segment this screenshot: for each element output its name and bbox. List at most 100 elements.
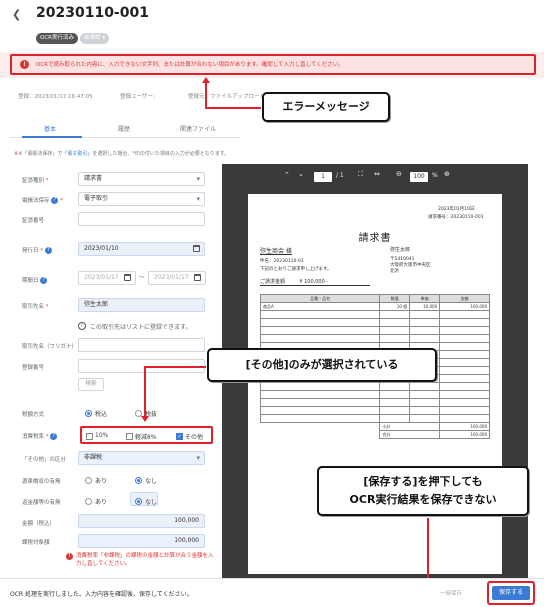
tax-callout-arrow-h — [144, 366, 206, 368]
tax-rate-10-checkbox[interactable] — [86, 433, 93, 440]
withholding-radio-no[interactable] — [135, 477, 142, 484]
invoice-cell-amount: 100,000 — [439, 302, 490, 311]
required-note: ※※「電帳法保存」で「電子取引」を選択した場合、*印の付いた項目の入力が必要とな… — [14, 151, 230, 157]
issue-date-label: 発行日 * ? — [22, 246, 52, 254]
table-row — [259, 382, 490, 391]
partner-label: 取引先名 * — [22, 304, 49, 310]
invoice-title: 請求書 — [358, 233, 392, 244]
period-from-input[interactable]: 2023/01/17 — [78, 271, 136, 285]
table-row: 商品A 10 個 10,000 100,000 — [259, 302, 490, 311]
tax-method-radio-inclusive[interactable] — [85, 410, 92, 417]
search-button[interactable]: 検索 — [78, 378, 104, 391]
help-icon: ? — [44, 247, 52, 254]
partner-kana-label: 取引先名（フリガナ） — [22, 344, 78, 350]
zoom-in-icon[interactable]: ⊕ — [444, 170, 450, 178]
invoice-sender-address-2: 北浜 — [390, 269, 399, 274]
doc-type-select[interactable]: 請求書 — [78, 172, 205, 186]
calendar-icon[interactable] — [193, 245, 200, 252]
amount-label: 金額（税込） — [22, 521, 56, 527]
doc-number-input[interactable] — [78, 212, 205, 226]
fit-width-icon[interactable]: ⇔ — [374, 170, 380, 178]
period-separator: 〜 — [139, 275, 145, 281]
invoice-col-price: 単価 — [409, 294, 441, 303]
discount-no-label: なし — [145, 499, 158, 506]
withholding-label: 源泉徴収の有無 — [22, 479, 61, 485]
chevron-up-icon[interactable]: ⌃ — [284, 171, 290, 179]
tax-rate-options: 10% 軽減8% ✓ その他 — [80, 426, 213, 444]
discount-radio-yes[interactable] — [85, 498, 92, 505]
amount-input[interactable]: 100,000 — [78, 514, 205, 528]
partner-kana-input[interactable] — [78, 338, 205, 352]
issue-date-value: 2023/01/10 — [84, 245, 119, 252]
info-icon: i — [78, 322, 86, 330]
electronic-transaction-link[interactable]: 「電子取引」 — [62, 151, 92, 157]
storage-select[interactable]: 電子取引 — [78, 192, 205, 206]
taxable-amount-input[interactable]: 100,000 — [78, 534, 205, 548]
partner-input[interactable]: 弥生太郎 — [78, 298, 205, 312]
table-row — [259, 398, 490, 407]
tax-rate-other-checkbox[interactable]: ✓ — [176, 433, 183, 440]
chevron-down-icon[interactable]: ⌄ — [298, 170, 304, 178]
other-category-label: 「その他」の区分 — [22, 457, 67, 463]
error-icon: ! — [20, 60, 29, 69]
tax-rate-callout: [その他]のみが選択されている — [207, 348, 437, 382]
invoice-cell-price: 10,000 — [409, 302, 441, 311]
issue-date-input[interactable]: 2023/01/10 — [78, 242, 205, 256]
invoice-number: 請求番号：20230110-001 — [428, 215, 484, 220]
doc-type-label: 証憑種別 * — [22, 178, 49, 184]
invoice-subject: 件名：20230110-01 — [260, 259, 304, 264]
table-row — [259, 318, 490, 327]
discount-radio-no[interactable] — [135, 498, 142, 505]
withholding-radio-yes[interactable] — [85, 477, 92, 484]
doc-number-label: 証憑番号 — [22, 218, 45, 224]
save-button[interactable]: 保存する — [492, 586, 530, 600]
tax-rate-reduced-checkbox[interactable] — [126, 433, 133, 440]
discount-yes-label: あり — [95, 499, 108, 506]
save-callout-line-1: [保存する]を押下しても — [363, 475, 483, 488]
temp-save-link[interactable]: 一時保存 — [440, 589, 462, 597]
help-icon: ? — [50, 433, 58, 440]
tab-basic[interactable]: 基本 — [44, 124, 56, 133]
tax-rate-other-label: その他 — [185, 434, 204, 441]
page-number-input[interactable]: 1 — [314, 172, 332, 182]
zoom-out-icon[interactable]: ⊖ — [396, 170, 402, 178]
fit-page-icon[interactable]: ⛶ — [358, 170, 363, 179]
tab-related-files[interactable]: 関連ファイル — [180, 124, 216, 133]
approval-status-badge[interactable]: 未承認 ▾ — [80, 33, 110, 44]
discount-label: 返金額等の有無 — [22, 500, 61, 506]
help-icon: ? — [51, 197, 59, 204]
calendar-icon[interactable] — [124, 274, 131, 281]
invoice-col-item: 品番・品名 — [259, 294, 381, 303]
period-to-value: 2023/01/17 — [154, 274, 189, 281]
period-from-value: 2023/01/17 — [84, 274, 119, 281]
invoice-total: ご請求金額 ¥ 100,000 - — [260, 278, 370, 286]
other-category-select[interactable]: 非課税 — [78, 451, 205, 465]
table-row — [259, 326, 490, 335]
save-button-highlight: 保存する — [487, 581, 535, 605]
table-row: 小計 100,000 — [261, 422, 490, 431]
invoice-cell-item: 商品A — [259, 302, 381, 311]
period-to-input[interactable]: 2023/01/17 — [148, 271, 206, 285]
chevron-left-icon[interactable]: ❮ — [12, 8, 26, 22]
error-callout-arrow — [205, 82, 207, 108]
help-icon: ? — [40, 277, 48, 284]
error-banner: ! OCRで読み取られた内容に、入力できない文字列、または計算が合わない項目があ… — [10, 54, 536, 75]
tab-history[interactable]: 履歴 — [118, 124, 130, 133]
invoice-sum-label: 合計 — [379, 430, 441, 439]
zoom-input[interactable]: 100 — [410, 172, 428, 182]
tax-method-inclusive-label: 税込 — [95, 411, 108, 418]
header: ❮ 20230110-001 OCR実行済み 未承認 ▾ — [0, 0, 544, 52]
active-tab-indicator — [22, 136, 82, 138]
invoice-document: 2023年01月10日 請求番号：20230110-001 請求書 弥生商会 様… — [248, 194, 502, 574]
invoice-subtotal-value: 100,000 — [439, 422, 490, 431]
table-row — [259, 414, 490, 423]
footer-status: OCR 処理を実行しました。入力内容を確認後、保存してください。 — [10, 591, 193, 598]
invoice-date: 2023年01月10日 — [438, 207, 475, 212]
note-suffix: を選択した場合、*印の付いた項目の入力が必要となります。 — [92, 151, 230, 157]
partner-hint: この取引先はリストに登録できます。 — [90, 324, 192, 331]
approval-status-label: 未承認 — [84, 35, 101, 41]
calendar-icon[interactable] — [194, 274, 201, 281]
withholding-yes-label: あり — [95, 478, 108, 485]
tax-rate-label: 消費税率 * ? — [22, 432, 58, 440]
storage-label: 電帳法保存 ? * — [22, 197, 63, 204]
